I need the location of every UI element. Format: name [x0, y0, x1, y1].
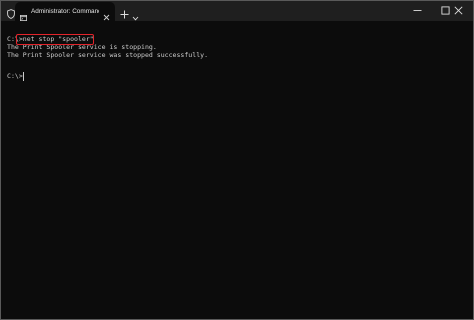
- terminal-output[interactable]: C:\>net stop "spooler" The Print Spooler…: [1, 21, 473, 319]
- chevron-down-icon[interactable]: [132, 8, 139, 21]
- tab-command-prompt[interactable]: Administrator: Command Prompt: [15, 2, 115, 21]
- minimize-button[interactable]: [404, 1, 432, 21]
- close-button[interactable]: [445, 1, 473, 21]
- title-bar[interactable]: Administrator: Command Prompt: [1, 1, 473, 21]
- close-icon[interactable]: [103, 8, 110, 21]
- close-icon: [454, 6, 463, 15]
- output-line: The Print Spooler service was stopped su…: [7, 51, 209, 59]
- terminal-window: Administrator: Command Prompt: [0, 0, 474, 320]
- tab-title: Administrator: Command Prompt: [31, 8, 99, 15]
- terminal-icon: [20, 8, 27, 21]
- minimize-icon: [413, 10, 422, 11]
- command-highlight-box: [16, 34, 94, 45]
- prompt-line: C:\>: [7, 72, 23, 80]
- plus-icon[interactable]: [120, 6, 129, 19]
- shield-icon: [7, 6, 15, 19]
- text-cursor: [23, 72, 24, 81]
